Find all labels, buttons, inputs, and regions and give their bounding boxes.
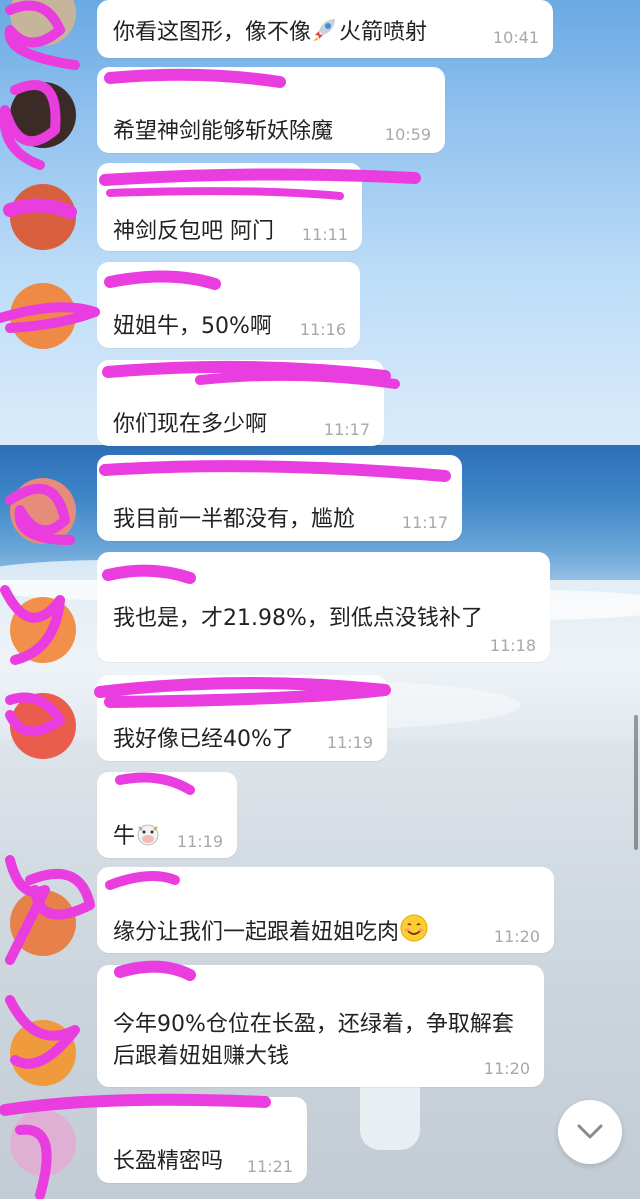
avatar[interactable]: [10, 890, 76, 956]
message-time: 11:19: [326, 733, 373, 752]
avatar[interactable]: [10, 597, 76, 663]
message-text: 今年90%仓位在长盈，还绿着，争取解套后跟着妞姐赚大钱: [113, 1012, 514, 1069]
message-text: 神剑反包吧 阿门: [113, 219, 274, 244]
avatar[interactable]: [10, 82, 76, 148]
message-time: 11:20: [493, 927, 540, 946]
message-bubble[interactable]: 希望神剑能够斩妖除魔 10:59: [97, 67, 445, 153]
avatar[interactable]: [10, 283, 76, 349]
message-bubble[interactable]: 我好像已经40%了 11:19: [97, 675, 387, 761]
message-time: 11:17: [323, 420, 370, 439]
rocket-emoji: [311, 15, 339, 49]
avatar[interactable]: [10, 478, 76, 544]
smiling-face-emoji: [399, 913, 429, 949]
message-time: 10:59: [384, 125, 431, 144]
message-bubble[interactable]: 今年90%仓位在长盈，还绿着，争取解套后跟着妞姐赚大钱 11:20: [97, 965, 544, 1087]
scrollbar[interactable]: [634, 715, 638, 850]
message-time: 11:20: [483, 1059, 530, 1078]
message-text: 我目前一半都没有，尴尬: [113, 507, 356, 532]
message-text: 长盈精密吗: [113, 1149, 224, 1174]
message-bubble[interactable]: 我也是，才21.98%，到低点没钱补了 11:18: [97, 552, 550, 662]
message-bubble[interactable]: 缘分让我们一起跟着妞姐吃肉 11:20: [97, 867, 554, 953]
message-bubble[interactable]: 你们现在多少啊 11:17: [97, 360, 384, 446]
message-bubble[interactable]: 你看这图形，像不像 火箭喷射 10:41: [97, 0, 553, 58]
message-text: 你看这图形，像不像 火箭喷射: [113, 14, 427, 49]
sender-name: [111, 79, 201, 93]
message-bubble[interactable]: 牛 11:19: [97, 772, 237, 858]
message-text: 你们现在多少啊: [113, 412, 268, 437]
message-time: 11:19: [176, 832, 223, 851]
message-time: 11:16: [299, 320, 346, 339]
message-text: 我也是，才21.98%，到低点没钱补了: [113, 606, 483, 631]
message-time: 10:41: [492, 28, 539, 47]
message-bubble[interactable]: 长盈精密吗 11:21: [97, 1097, 307, 1183]
chevron-down-icon: [577, 1124, 603, 1139]
scroll-to-bottom-button[interactable]: [558, 1100, 622, 1164]
message-bubble[interactable]: 神剑反包吧 阿门 11:11: [97, 163, 362, 251]
cow-face-emoji: [135, 821, 161, 853]
message-time: 11:17: [401, 513, 448, 532]
avatar[interactable]: [10, 184, 76, 250]
message-bubble[interactable]: 我目前一半都没有，尴尬 11:17: [97, 455, 462, 541]
message-text: 妞姐牛，50%啊: [113, 314, 272, 339]
message-bubble[interactable]: 妞姐牛，50%啊 11:16: [97, 262, 360, 348]
message-text: 我好像已经40%了: [113, 727, 294, 752]
avatar[interactable]: [10, 1110, 76, 1176]
message-text: 缘分让我们一起跟着妞姐吃肉: [113, 913, 429, 949]
avatar[interactable]: [10, 1020, 76, 1086]
message-text: 牛: [113, 818, 161, 853]
avatar[interactable]: [10, 693, 76, 759]
message-text: 希望神剑能够斩妖除魔: [113, 119, 334, 144]
message-time: 11:11: [301, 225, 348, 244]
message-time: 11:21: [246, 1157, 293, 1176]
message-time: 11:18: [489, 636, 536, 655]
